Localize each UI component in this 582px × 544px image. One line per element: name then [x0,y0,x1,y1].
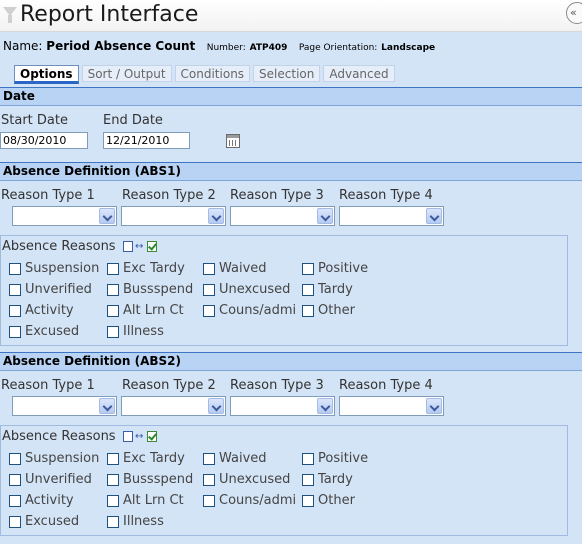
abs1-reason-type-2-label: Reason Type 2 [122,188,216,203]
abs2-reasons-title: Absence Reasons [2,429,116,444]
chevron-down-icon[interactable] [426,208,442,224]
checkbox[interactable] [302,453,314,465]
chevron-down-icon[interactable] [99,208,115,224]
chevron-down-icon[interactable] [426,398,442,414]
orientation-label: Page Orientation: [298,43,378,53]
chevron-down-icon[interactable] [317,398,333,414]
abs1-reason-type-4-select[interactable] [339,206,444,226]
checkbox[interactable] [302,474,314,486]
checkbox[interactable] [107,495,119,507]
abs2-reason-type-4-select[interactable] [339,396,444,416]
checkbox[interactable] [107,474,119,486]
checkbox[interactable] [107,263,119,275]
tab-options[interactable]: Options [14,65,79,84]
abs1-reasons-panel: Absence Reasons ↔ Suspension Exc Tardy W… [0,235,568,346]
tab-selection[interactable]: Selection [253,65,321,82]
checkbox[interactable] [203,284,215,296]
tab-conditions[interactable]: Conditions [174,65,251,82]
abs1-reasons-title: Absence Reasons [2,239,116,254]
abs2-reason-type-1-select[interactable] [12,396,117,416]
checkbox[interactable] [203,263,215,275]
report-info: Name: Period Absence Count Number: ATP40… [3,38,435,54]
checkbox[interactable] [9,263,21,275]
checkbox[interactable] [107,516,119,528]
end-date-input[interactable] [103,132,190,149]
checkbox[interactable] [203,495,215,507]
date-section-header: Date [0,87,582,106]
abs2-reason-type-2-label: Reason Type 2 [122,378,216,393]
collapse-button[interactable]: « [566,2,582,24]
checkbox[interactable] [302,263,314,275]
checkbox[interactable] [9,326,21,338]
start-date-input[interactable] [0,132,88,149]
abs1-reason-type-2-select[interactable] [121,206,226,226]
select-toggle-icon[interactable]: ↔ [123,431,165,443]
checkbox[interactable] [9,474,21,486]
abs1-reason-type-3-label: Reason Type 3 [230,188,324,203]
report-number: ATP409 [249,43,288,53]
end-date-calendar-icon[interactable] [226,134,240,148]
title-bar: Report Interface « [0,0,582,32]
window-title: Report Interface [20,2,199,27]
checkbox[interactable] [9,516,21,528]
abs1-reason-type-1-label: Reason Type 1 [1,188,95,203]
tab-advanced[interactable]: Advanced [323,65,395,82]
chevron-down-icon[interactable] [208,208,224,224]
abs2-reason-type-1-label: Reason Type 1 [1,378,95,393]
abs2-reason-type-3-select[interactable] [230,396,335,416]
abs2-section-header: Absence Definition (ABS2) [0,352,582,371]
checkbox[interactable] [203,453,215,465]
page-orientation: Landscape [381,43,436,53]
report-panel: Name: Period Absence Count Number: ATP40… [0,32,582,544]
checkbox[interactable] [107,326,119,338]
number-label: Number: [206,43,246,53]
abs2-reason-type-2-select[interactable] [121,396,226,416]
abs2-reasons-panel: Absence Reasons ↔ Suspension Exc Tardy W… [0,425,568,536]
abs1-reason-type-3-select[interactable] [230,206,335,226]
report-name: Period Absence Count [46,39,196,53]
abs1-reason-type-1-select[interactable] [12,206,117,226]
start-date-label: Start Date [1,113,68,128]
checkbox[interactable] [9,284,21,296]
chevron-down-icon[interactable] [208,398,224,414]
name-label: Name: [3,39,43,53]
checkbox[interactable] [203,474,215,486]
checkbox[interactable] [9,305,21,317]
abs2-reason-type-3-label: Reason Type 3 [230,378,324,393]
checkbox[interactable] [107,284,119,296]
filter-icon [3,7,17,23]
chevron-down-icon[interactable] [317,208,333,224]
checkbox[interactable] [107,305,119,317]
tab-bar: Options Sort / Output Conditions Selecti… [14,65,398,84]
checkbox[interactable] [302,495,314,507]
checkbox[interactable] [203,305,215,317]
checkbox[interactable] [9,495,21,507]
abs1-reason-type-4-label: Reason Type 4 [339,188,433,203]
checkbox[interactable] [107,453,119,465]
chevron-down-icon[interactable] [99,398,115,414]
checkbox[interactable] [302,284,314,296]
select-toggle-icon[interactable]: ↔ [123,241,165,253]
abs2-reason-type-4-label: Reason Type 4 [339,378,433,393]
checkbox[interactable] [9,453,21,465]
abs1-section-header: Absence Definition (ABS1) [0,162,582,181]
end-date-label: End Date [103,113,163,128]
tab-sort-output[interactable]: Sort / Output [81,65,172,82]
checkbox[interactable] [302,305,314,317]
